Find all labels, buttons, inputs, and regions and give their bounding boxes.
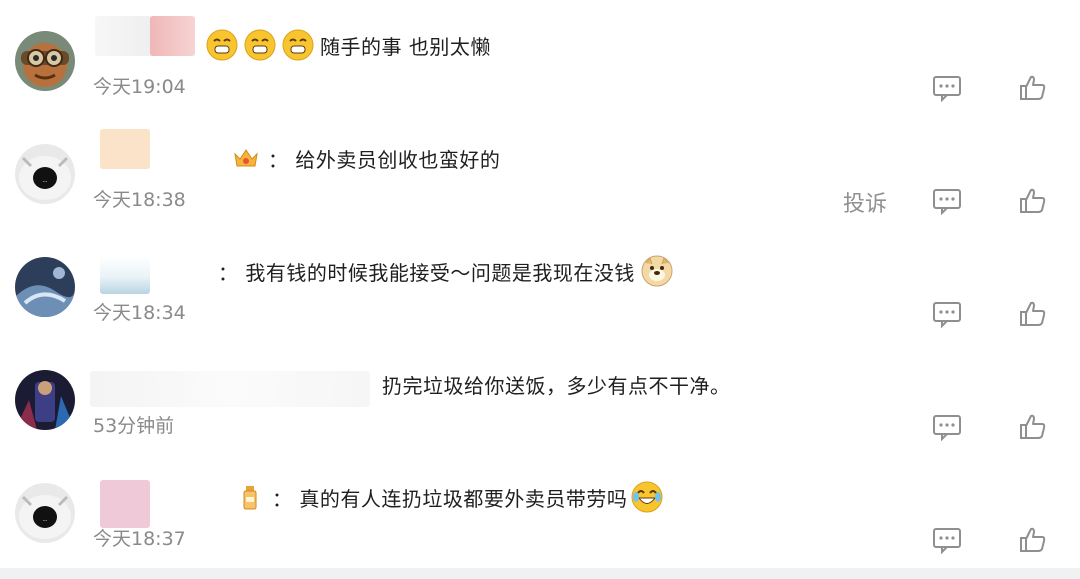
svg-text:..: ..: [43, 176, 47, 184]
comment-text-line: ： 给外卖员创收也蛮好的: [232, 141, 500, 175]
thumbs-up-icon[interactable]: [1018, 526, 1048, 554]
svg-text:..: ..: [43, 515, 47, 523]
comment-item: .. ： 真的有人连扔垃圾都要外卖员带劳吗 今天18:37: [0, 452, 1080, 565]
doge-emoji: [641, 255, 673, 287]
thumbs-up-icon[interactable]: [1018, 187, 1048, 215]
bottom-divider: [0, 568, 1080, 579]
bottle-badge-icon: [236, 483, 264, 511]
grin-emoji: [282, 29, 314, 61]
report-button[interactable]: 投诉: [843, 186, 887, 218]
username-blurred[interactable]: [100, 480, 150, 528]
reply-icon[interactable]: [932, 300, 962, 328]
comment-item: ： 我有钱的时候我能接受～问题是我现在没钱 今天18:34: [0, 226, 1080, 339]
username-blurred[interactable]: [100, 256, 150, 294]
comment-time: 今天18:37: [93, 528, 186, 550]
reply-icon[interactable]: [932, 526, 962, 554]
username-blurred[interactable]: [150, 16, 195, 56]
thumbs-up-icon[interactable]: [1018, 74, 1048, 102]
comment-item: 随手的事 也别太懒 今天19:04: [0, 0, 1080, 113]
grin-emoji: [206, 29, 238, 61]
comment-item: .. ： 给外卖员创收也蛮好的 今天18:38: [0, 113, 1080, 226]
comment-text-line: 随手的事 也别太懒: [206, 28, 491, 62]
comment-time: 今天18:38: [93, 189, 186, 211]
comment-item: 扔完垃圾给你送饭，多少有点不干净。 53分钟前: [0, 339, 1080, 452]
reply-icon[interactable]: [932, 413, 962, 441]
username-blurred[interactable]: [90, 371, 370, 407]
thumbs-up-icon[interactable]: [1018, 413, 1048, 441]
comment-text: 扔完垃圾给你送饭，多少有点不干净。: [382, 373, 731, 398]
comment-text-line: 扔完垃圾给你送饭，多少有点不干净。: [382, 367, 731, 401]
laugh-cry-emoji: [631, 481, 663, 513]
comment-list: 随手的事 也别太懒 今天19:04 .. ： 给外卖员创收也蛮好的 今天18:3…: [0, 0, 1080, 579]
grin-emoji: [244, 29, 276, 61]
reply-icon[interactable]: [932, 74, 962, 102]
avatar[interactable]: [15, 257, 75, 317]
avatar[interactable]: ..: [15, 144, 75, 204]
comment-time: 53分钟前: [93, 415, 175, 437]
comment-text-line: ： 真的有人连扔垃圾都要外卖员带劳吗: [236, 480, 669, 514]
username-blurred[interactable]: [100, 129, 150, 169]
comment-text: ： 我有钱的时候我能接受～问题是我现在没钱: [218, 260, 635, 285]
reply-icon[interactable]: [932, 187, 962, 215]
comment-text: 随手的事 也别太懒: [320, 34, 491, 59]
comment-text: ： 给外卖员创收也蛮好的: [268, 147, 501, 172]
avatar[interactable]: [15, 31, 75, 91]
comment-text-line: ： 我有钱的时候我能接受～问题是我现在没钱: [218, 254, 679, 288]
username-blurred[interactable]: [95, 16, 155, 56]
comment-time: 今天19:04: [93, 76, 186, 98]
avatar[interactable]: ..: [15, 483, 75, 543]
comment-text: ： 真的有人连扔垃圾都要外卖员带劳吗: [272, 486, 628, 511]
avatar[interactable]: [15, 370, 75, 430]
crown-badge-icon: [232, 144, 260, 172]
comment-time: 今天18:34: [93, 302, 186, 324]
thumbs-up-icon[interactable]: [1018, 300, 1048, 328]
